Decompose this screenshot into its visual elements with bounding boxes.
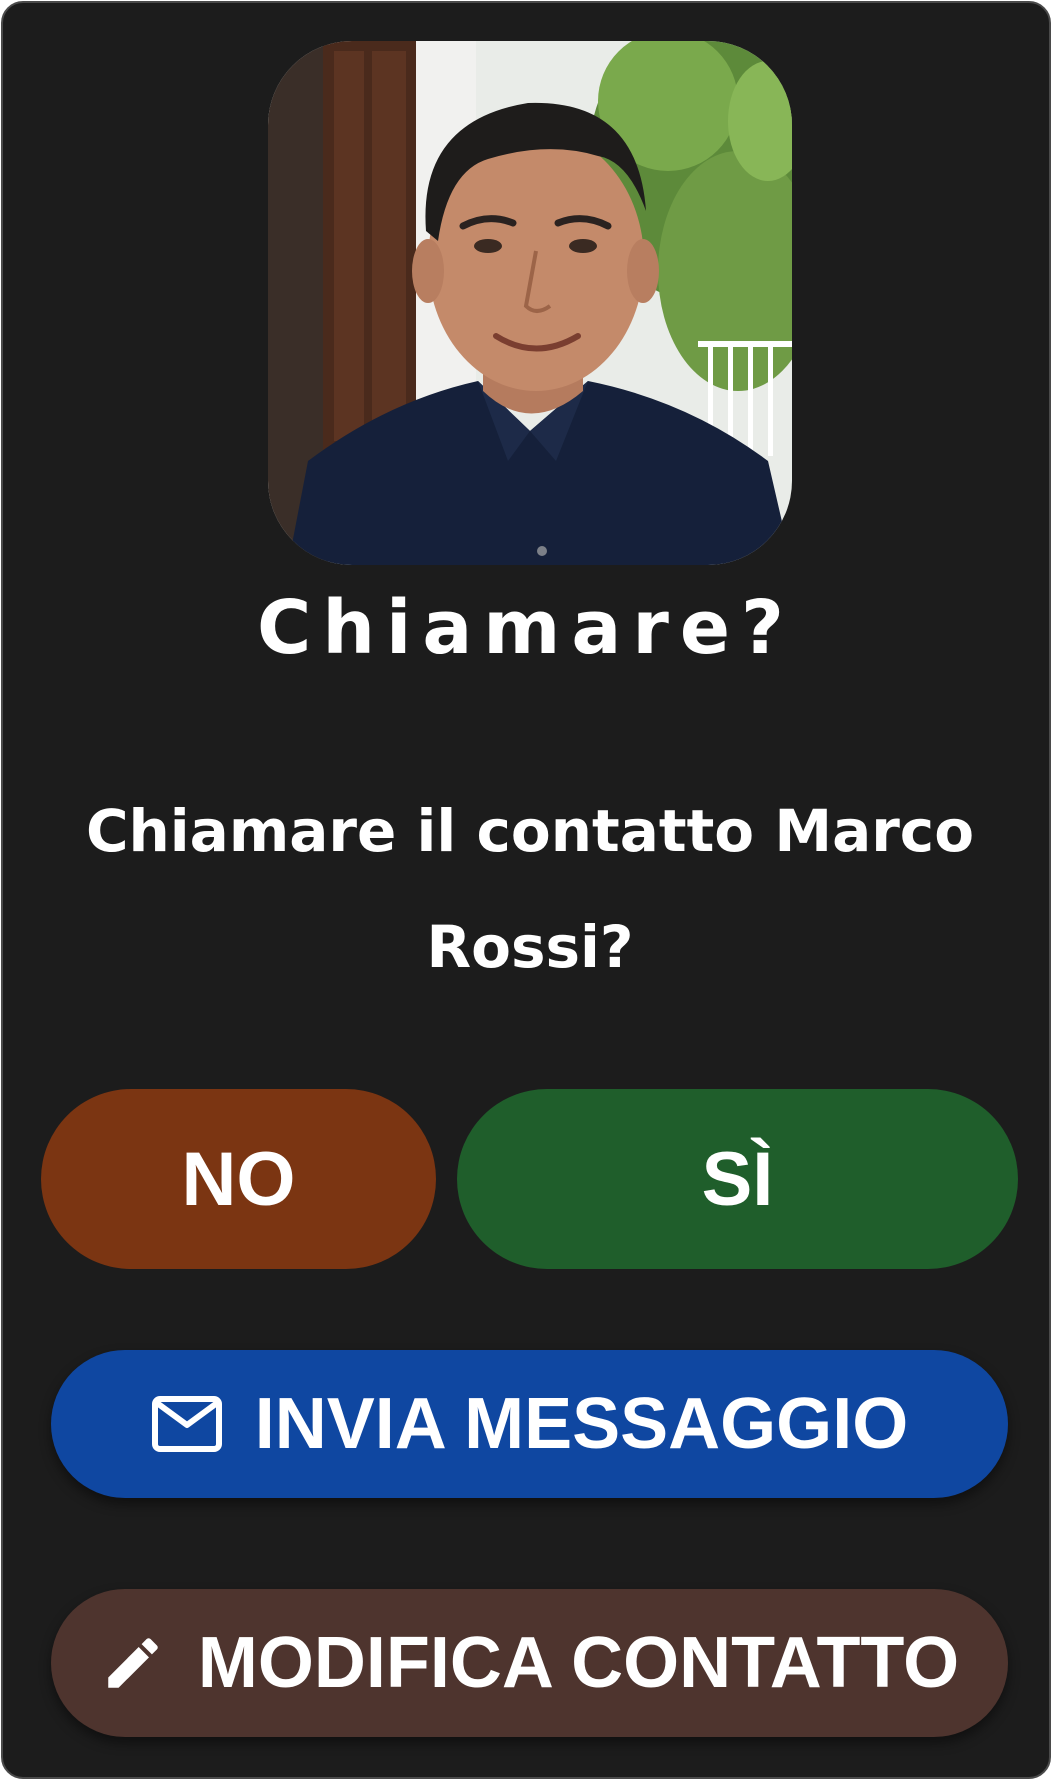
call-dialog: Chiamare? Chiamare il contatto Marco Ros… — [1, 1, 1051, 1779]
contact-photo — [268, 41, 792, 565]
yes-button-label: SÌ — [701, 1136, 774, 1222]
no-button-label: NO — [181, 1136, 296, 1222]
send-message-label: INVIA MESSAGGIO — [254, 1384, 909, 1464]
yes-button[interactable]: SÌ — [457, 1089, 1018, 1269]
mail-icon — [151, 1395, 223, 1453]
pencil-icon — [100, 1630, 166, 1696]
edit-contact-label: MODIFICA CONTATTO — [197, 1623, 960, 1703]
send-message-button[interactable]: INVIA MESSAGGIO — [51, 1350, 1008, 1498]
dialog-title: Chiamare? — [257, 585, 795, 671]
no-button[interactable]: NO — [41, 1089, 436, 1269]
edit-contact-button[interactable]: MODIFICA CONTATTO — [51, 1589, 1008, 1737]
dialog-message: Chiamare il contatto Marco Rossi? — [85, 797, 975, 981]
